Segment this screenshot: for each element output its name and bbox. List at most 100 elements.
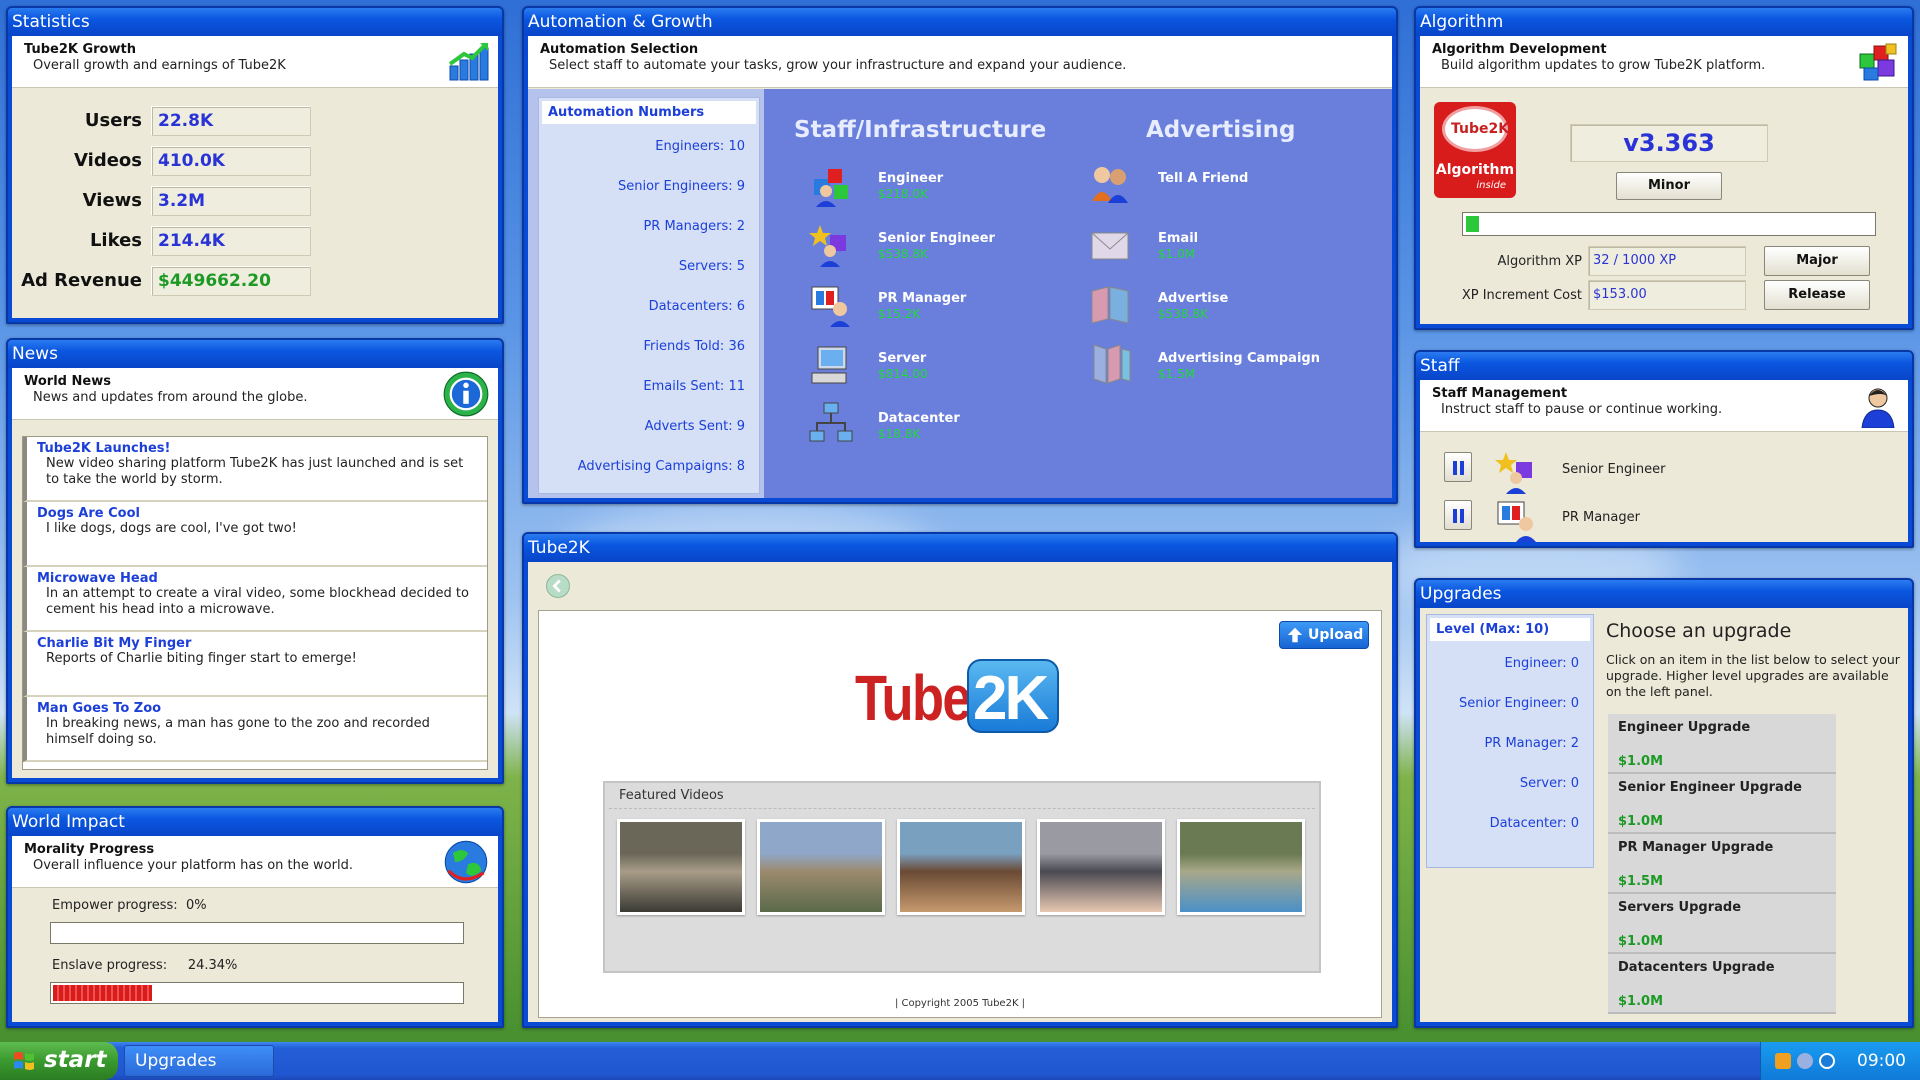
upgrade-level-item[interactable]: Senior Engineer: 0 [1427, 684, 1593, 724]
staff-option-senior-engineer[interactable]: Senior Engineer $538.8K [808, 221, 1068, 269]
video-thumbnail-plants[interactable] [1177, 819, 1305, 915]
tube2k-body: Upload Tube 2K Featured Videos | Copyrig… [528, 562, 1392, 1022]
news-headline[interactable]: Dogs Are Cool [37, 506, 477, 521]
header-title: Staff Management [1432, 386, 1568, 401]
enslave-value: 24.34% [187, 958, 238, 973]
enslave-progress-bar [50, 982, 464, 1004]
help-icon[interactable] [1819, 1053, 1835, 1069]
pause-button[interactable] [1444, 500, 1472, 530]
upload-button[interactable]: Upload [1279, 621, 1369, 649]
upgrade-levels-list: Engineer: 0 Senior Engineer: 0 PR Manager:… [1427, 644, 1593, 844]
staff-option-pr-manager[interactable]: PR Manager $15.2K [808, 281, 1068, 329]
option-cost: $218.0K [878, 187, 928, 201]
world-impact-body: Morality Progress Overall influence your… [12, 836, 498, 1022]
staff-option-datacenter[interactable]: Datacenter $18.8K [808, 401, 1068, 449]
start-button[interactable]: start [0, 1042, 118, 1080]
datacenter-icon [808, 401, 854, 447]
news-headline[interactable]: Charlie Bit My Finger [37, 636, 477, 651]
video-thumbnail-zoo[interactable] [617, 819, 745, 915]
staff-member-row: PR Manager [1420, 496, 1908, 542]
staff-option-engineer[interactable]: Engineer $218.0K [808, 161, 1068, 209]
back-button[interactable] [546, 574, 570, 598]
news-body-text: In an attempt to create a viral video, s… [46, 586, 469, 617]
upgrade-level-item[interactable]: PR Manager: 2 [1427, 724, 1593, 764]
cube-blocks-icon [1859, 43, 1897, 81]
thumbnail-image [760, 822, 882, 912]
release-button[interactable]: Release [1764, 280, 1870, 310]
taskbar-upgrades-button[interactable]: Upgrades [124, 1045, 274, 1077]
upgrade-level-title: Level (Max: 10) [1430, 618, 1590, 641]
advertising-option-tell-a-friend[interactable]: Tell A Friend [1088, 161, 1348, 209]
news-list[interactable]: Tube2K Launches! New video sharing platfo… [22, 436, 488, 770]
news-item[interactable]: Tube2K Launches! New video sharing platfo… [23, 437, 487, 502]
stat-label: Ad Revenue [21, 270, 142, 291]
video-thumbnail-man[interactable] [897, 819, 1025, 915]
settings-icon[interactable] [1797, 1053, 1813, 1069]
upgrade-level-item[interactable]: Datacenter: 0 [1427, 804, 1593, 844]
windows-logo-icon [14, 1052, 34, 1070]
person-icon [1861, 388, 1895, 428]
news-headline[interactable]: Microwave Head [37, 571, 477, 586]
advertising-option-advertising-campaign[interactable]: Advertising Campaign $1.5M [1088, 341, 1348, 389]
news-item[interactable]: Dogs Are Cool I like dogs, dogs are cool,… [23, 502, 487, 567]
automation-numbers-title: Automation Numbers [542, 101, 756, 124]
video-thumbnail-babies[interactable] [1037, 819, 1165, 915]
stat-row: Views 3.2M [12, 186, 312, 216]
upgrade-item[interactable]: Servers Upgrade $1.0M [1608, 894, 1836, 954]
option-name: Datacenter [878, 411, 960, 426]
option-name: Server [878, 351, 927, 366]
badge-small-text: inside [1476, 180, 1506, 191]
video-thumbnail-hills[interactable] [757, 819, 885, 915]
notepad-icon[interactable] [1775, 1053, 1791, 1069]
upload-label: Upload [1308, 627, 1364, 643]
copyright-text: | Copyright 2005 Tube2K | [894, 998, 1026, 1009]
statistics-body: Tube2K Growth Overall growth and earning… [12, 36, 498, 318]
upgrade-level-item[interactable]: Engineer: 0 [1427, 644, 1593, 684]
stat-value: 22.8K [151, 106, 311, 136]
option-name: Engineer [878, 171, 944, 186]
news-body: World News News and updates from around … [12, 368, 498, 778]
upgrade-name: Datacenters Upgrade [1618, 960, 1775, 975]
window-title: Upgrades [1416, 580, 1912, 608]
major-button[interactable]: Major [1764, 246, 1870, 276]
empower-progress-label: Empower progress: 0% [52, 898, 207, 913]
upgrade-item[interactable]: Datacenters Upgrade $1.0M [1608, 954, 1836, 1014]
window-title: Algorithm [1416, 8, 1912, 36]
empower-label-text: Empower progress: [52, 898, 178, 913]
minor-button[interactable]: Minor [1616, 172, 1722, 200]
upgrade-name: PR Manager Upgrade [1618, 840, 1774, 855]
news-item[interactable]: Man Goes To Zoo In breaking news, a man h… [23, 697, 487, 762]
header-title: Algorithm Development [1432, 42, 1607, 57]
automation-number: Engineers: 10 [655, 139, 745, 154]
option-name: PR Manager [878, 291, 967, 306]
info-globe-icon [443, 371, 489, 417]
advertising-option-email[interactable]: Email $1.0M [1088, 221, 1348, 269]
enslave-progress-fill [53, 985, 153, 1001]
email-icon [1088, 221, 1134, 267]
news-item[interactable]: Charlie Bit My Finger Reports of Charlie … [23, 632, 487, 697]
news-headline[interactable]: Man Goes To Zoo [37, 701, 477, 716]
server-icon [808, 341, 854, 387]
system-tray: 09:00 [1760, 1042, 1920, 1080]
tube2k-page: Upload Tube 2K Featured Videos | Copyrig… [538, 610, 1382, 1018]
senior-engineer-icon [808, 221, 854, 267]
staff-option-server[interactable]: Server $814.00 [808, 341, 1068, 389]
statistics-window: Statistics Tube2K Growth Overall growth … [6, 6, 504, 324]
stat-label: Likes [89, 230, 142, 251]
news-window: News World News News and updates from ar… [6, 338, 504, 784]
upgrade-cost: $1.0M [1618, 814, 1664, 829]
stat-value: 214.4K [151, 226, 311, 256]
advertising-option-advertise[interactable]: Advertise $538.8K [1088, 281, 1348, 329]
upgrade-item[interactable]: PR Manager Upgrade $1.5M [1608, 834, 1836, 894]
header-subtitle: Build algorithm updates to grow Tube2K p… [1441, 58, 1766, 73]
upgrade-item[interactable]: Engineer Upgrade $1.0M [1608, 714, 1836, 774]
news-item[interactable]: Microwave Head In an attempt to create a … [23, 567, 487, 632]
statistics-header: Tube2K Growth Overall growth and earning… [12, 36, 498, 88]
news-headline[interactable]: Tube2K Launches! [37, 441, 477, 456]
header-subtitle: Overall influence your platform has on t… [33, 858, 353, 873]
enslave-progress-label: Enslave progress: 24.34% [52, 958, 237, 973]
news-header: World News News and updates from around … [12, 368, 498, 420]
upgrade-level-item[interactable]: Server: 0 [1427, 764, 1593, 804]
upgrade-item[interactable]: Senior Engineer Upgrade $1.0M [1608, 774, 1836, 834]
pause-button[interactable] [1444, 452, 1472, 482]
